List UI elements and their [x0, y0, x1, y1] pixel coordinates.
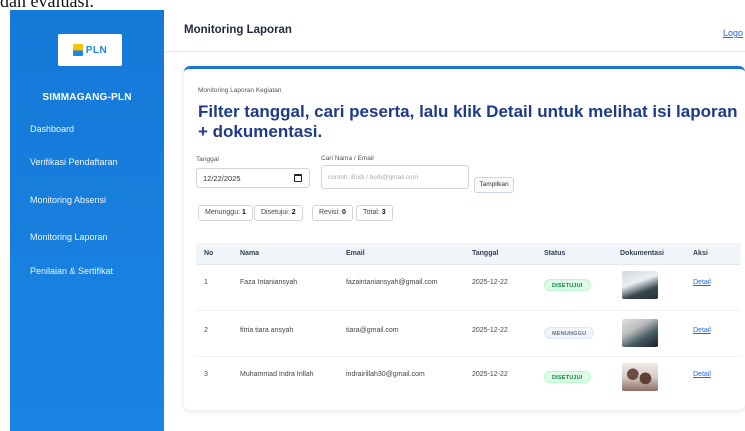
pln-logo: PLN [58, 34, 122, 66]
detail-link[interactable]: Detail [693, 371, 711, 378]
cell-email: tiara@gmail.com [346, 327, 399, 334]
cell-no: 1 [204, 279, 208, 286]
search-input[interactable]: contoh: Budi / budi@gmail.com [321, 165, 469, 189]
card-heading: Filter tanggal, cari peserta, lalu klik … [198, 102, 738, 142]
date-input[interactable]: 12/22/2025 [196, 168, 310, 188]
col-tanggal: Tanggal [472, 250, 499, 257]
cell-no: 3 [204, 371, 208, 378]
status-badge: MENUNGGU [544, 327, 595, 339]
logo-text: PLN [85, 44, 108, 56]
counter-label: Total: [363, 209, 380, 216]
documentation-thumbnail[interactable] [622, 319, 658, 347]
calendar-icon[interactable] [294, 174, 302, 182]
cell-tanggal: 2025-12-22 [472, 371, 508, 378]
counter-value: 2 [291, 209, 296, 216]
table-header: No Nama Email Tanggal Status Dokumentasi… [196, 243, 741, 265]
cell-email: fazaintaniansyah@gmail.com [346, 279, 438, 286]
table-row: 3 Muhammad Indra Irillah indrairillah30@… [196, 357, 741, 403]
search-label: Cari Nama / Email [321, 155, 374, 162]
heading-text-bold: Detail [486, 102, 533, 121]
show-button[interactable]: Tampilkan [474, 177, 514, 193]
sidebar-item-verifikasi-pendaftaran[interactable]: Verifikasi Pendaftaran [30, 157, 118, 167]
card-label: Monitoring Laporan Kegiatan [198, 87, 282, 94]
col-dokumentasi: Dokumentasi [620, 250, 664, 257]
counter-revisi: Revisi: 0 [312, 205, 353, 221]
detail-link[interactable]: Detail [693, 327, 711, 334]
cell-nama: Muhammad Indra Irillah [240, 371, 314, 378]
counter-label: Menunggu: [205, 209, 241, 216]
status-badge: DISETUJUI [544, 371, 591, 383]
date-value: 12/22/2025 [203, 174, 241, 183]
top-header: Monitoring Laporan Logo [164, 10, 745, 52]
cell-nama: fitria tiara ansyah [240, 327, 294, 334]
app-name: SIMMAGANG-PLN [42, 92, 132, 103]
heading-text-start: Filter tanggal, cari peserta, lalu klik [198, 102, 487, 121]
col-aksi: Aksi [693, 250, 708, 257]
col-email: Email [346, 250, 365, 257]
documentation-thumbnail[interactable] [622, 363, 658, 391]
counter-label: Disetujui: [261, 209, 290, 216]
cell-no: 2 [204, 327, 208, 334]
counter-value: 3 [381, 209, 386, 216]
sidebar-item-monitoring-laporan[interactable]: Monitoring Laporan [30, 232, 108, 242]
logout-link[interactable]: Logo [723, 28, 743, 38]
page-title: Monitoring Laporan [184, 24, 292, 36]
counter-total: Total: 3 [356, 205, 393, 221]
cell-email: indrairillah30@gmail.com [346, 371, 425, 378]
table-row: 1 Faza Intaniansyah fazaintaniansyah@gma… [196, 265, 741, 311]
counter-label: Revisi: [319, 209, 341, 216]
date-label: Tanggal [196, 156, 219, 163]
sidebar-item-monitoring-absensi[interactable]: Monitoring Absensi [30, 195, 106, 205]
sidebar-item-dashboard[interactable]: Dashboard [30, 124, 74, 134]
counter-menunggu: Menunggu: 1 [198, 205, 253, 221]
cell-tanggal: 2025-12-22 [472, 279, 508, 286]
cell-nama: Faza Intaniansyah [240, 279, 298, 286]
counter-value: 0 [341, 209, 346, 216]
table-row: 2 fitria tiara ansyah tiara@gmail.com 20… [196, 311, 741, 357]
status-badge: DISETUJUI [544, 279, 591, 291]
counter-value: 1 [241, 209, 246, 216]
counter-disetujui: Disetujui: 2 [254, 205, 303, 221]
sidebar-item-penilaian-sertifikat[interactable]: Penilaian & Sertifikat [30, 266, 113, 276]
sidebar: PLN SIMMAGANG-PLN Dashboard Verifikasi P… [10, 10, 164, 431]
col-no: No [204, 250, 214, 257]
detail-link[interactable]: Detail [693, 279, 711, 286]
cell-tanggal: 2025-12-22 [472, 327, 508, 334]
pln-logo-icon [72, 44, 83, 56]
col-status: Status [544, 250, 566, 257]
report-card: Monitoring Laporan Kegiatan Filter tangg… [184, 66, 745, 410]
col-nama: Nama [240, 250, 260, 257]
documentation-thumbnail[interactable] [622, 271, 658, 299]
